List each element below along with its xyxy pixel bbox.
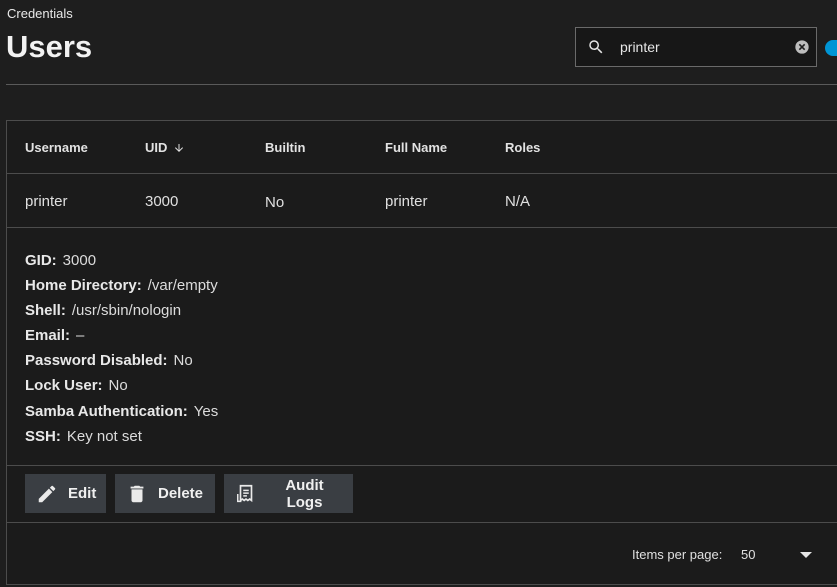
detail-samba-authentication: Samba Authentication: Yes — [25, 399, 218, 424]
trash-icon — [126, 483, 148, 505]
users-table-card: Username UID Builtin Full Name Roles pri… — [6, 120, 837, 585]
detail-label: Lock User: — [25, 377, 103, 395]
detail-ssh: SSH: Key not set — [25, 424, 218, 449]
table-row[interactable]: printer 3000 No printer N/A — [7, 174, 837, 228]
page: Credentials Users Username UID Builtin F… — [0, 0, 837, 587]
detail-value: – — [76, 327, 85, 345]
detail-shell: Shell: /usr/sbin/nologin — [25, 298, 218, 323]
page-title: Users — [6, 29, 93, 64]
cell-roles: N/A — [505, 193, 531, 210]
column-header-roles[interactable]: Roles — [505, 140, 540, 155]
column-header-full-name[interactable]: Full Name — [385, 140, 447, 155]
chevron-down-icon[interactable] — [800, 552, 812, 558]
detail-password-disabled: Password Disabled: No — [25, 348, 218, 373]
detail-label: Samba Authentication: — [25, 402, 188, 420]
detail-value: Key not set — [66, 427, 142, 445]
detail-lock-user: Lock User: No — [25, 373, 218, 398]
divider — [6, 84, 837, 85]
delete-button[interactable]: Delete — [115, 474, 215, 513]
sort-arrow-down-icon — [173, 142, 185, 154]
edit-button[interactable]: Edit — [25, 474, 106, 513]
cell-full-name: printer — [385, 193, 428, 210]
audit-logs-button-label: Audit Logs — [285, 476, 324, 511]
column-header-uid[interactable]: UID — [145, 140, 185, 155]
detail-value: Yes — [193, 402, 219, 420]
column-header-uid-label: UID — [145, 140, 168, 155]
detail-home-directory: Home Directory: /var/empty — [25, 273, 218, 298]
cell-builtin: No — [265, 194, 285, 211]
search-icon — [587, 38, 605, 56]
search-input[interactable] — [620, 39, 780, 55]
detail-value: No — [173, 352, 193, 370]
detail-label: SSH: — [25, 427, 61, 445]
search-box[interactable] — [575, 27, 817, 67]
pencil-icon — [36, 483, 58, 505]
cell-uid: 3000 — [145, 193, 179, 210]
delete-button-label: Delete — [158, 485, 204, 502]
breadcrumb[interactable]: Credentials — [7, 6, 73, 21]
detail-label: GID: — [25, 252, 57, 269]
items-per-page-label: Items per page: — [632, 547, 723, 562]
items-per-page-select[interactable]: 50 — [741, 547, 755, 562]
cell-username: printer — [25, 193, 68, 210]
detail-email: Email: – — [25, 323, 218, 348]
table-header: Username UID Builtin Full Name Roles — [7, 121, 837, 174]
detail-label: Home Directory: — [25, 277, 142, 295]
detail-gid: GID: 3000 — [25, 248, 218, 273]
detail-value: /var/empty — [147, 277, 218, 295]
row-actions: Edit Delete Audit Logs — [7, 465, 837, 523]
user-details: GID: 3000 Home Directory: /var/empty Shell… — [25, 248, 218, 449]
detail-label: Email: — [25, 327, 71, 345]
paginator: Items per page: 50 — [7, 523, 837, 585]
clear-search-icon[interactable] — [794, 39, 810, 55]
audit-logs-button[interactable]: Audit Logs — [224, 474, 353, 513]
detail-value: /usr/sbin/nologin — [71, 302, 182, 320]
detail-label: Shell: — [25, 302, 66, 320]
detail-value: No — [108, 377, 128, 395]
column-header-builtin[interactable]: Builtin — [265, 140, 305, 155]
column-header-username[interactable]: Username — [25, 140, 88, 155]
edit-button-label: Edit — [68, 485, 97, 502]
detail-label: Password Disabled: — [25, 352, 168, 370]
toggle-switch[interactable] — [825, 40, 837, 56]
receipt-log-icon — [235, 483, 257, 505]
detail-value: 3000 — [62, 252, 97, 269]
